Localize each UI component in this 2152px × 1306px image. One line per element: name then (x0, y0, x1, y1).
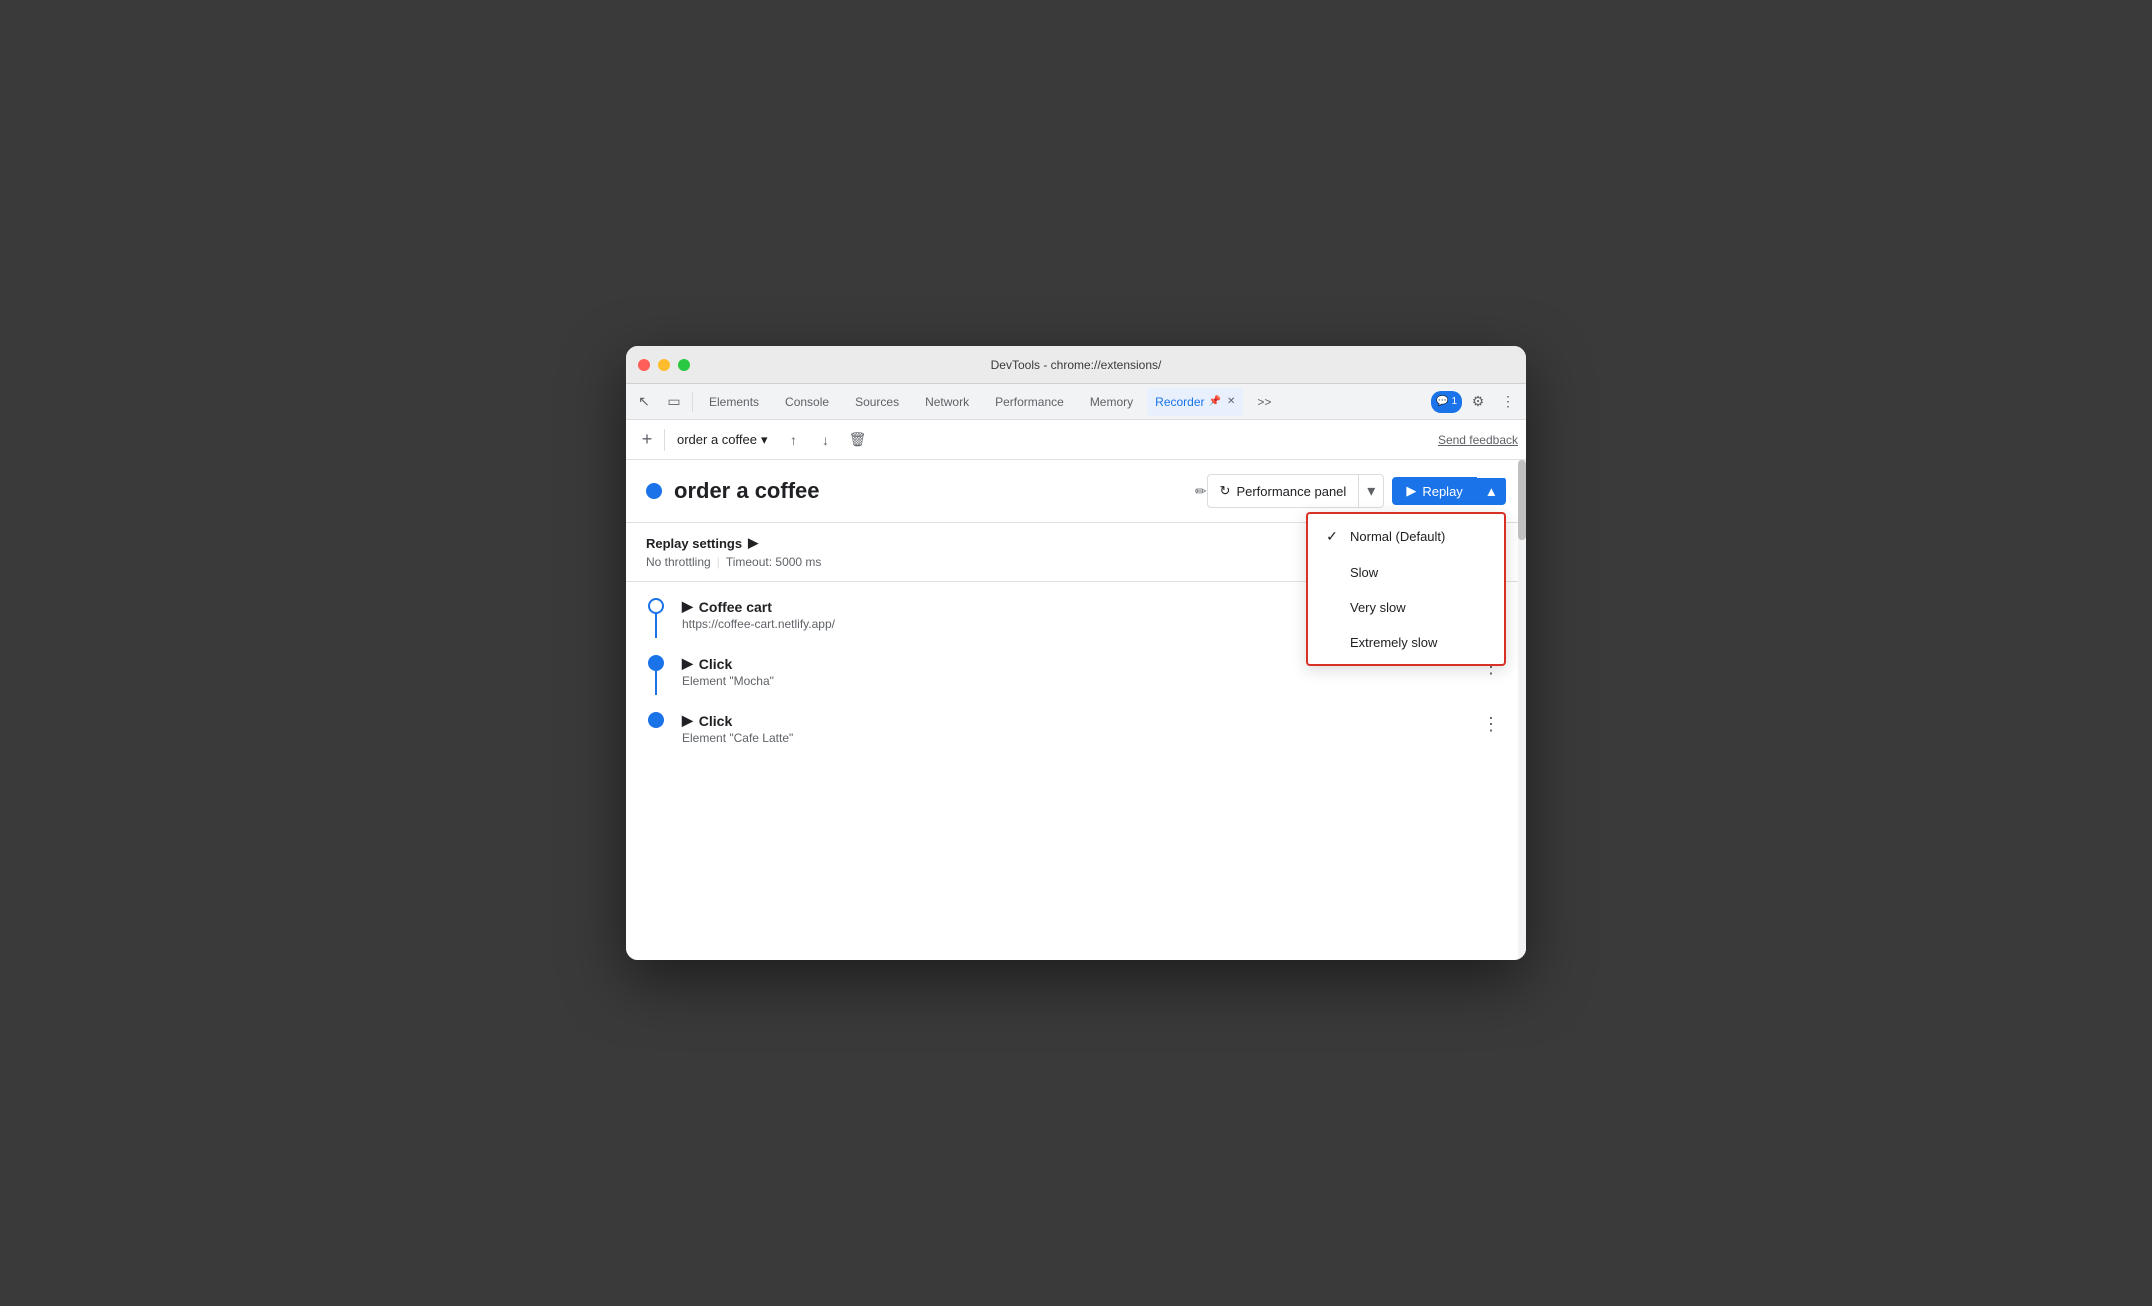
tab-sources[interactable]: Sources (843, 388, 911, 416)
speed-very-slow-option[interactable]: Very slow (1308, 590, 1504, 625)
selected-recording-name: order a coffee (677, 432, 757, 447)
tab-performance[interactable]: Performance (983, 388, 1076, 416)
speed-very-slow-label: Very slow (1350, 600, 1488, 615)
check-icon: ✓ (1324, 528, 1340, 545)
devtools-tabs-bar: ↖ ▭ Elements Console Sources Network Per… (626, 384, 1526, 420)
perf-panel-label: Performance panel (1236, 484, 1346, 499)
refresh-icon: ↻ (1220, 483, 1231, 499)
cursor-icon[interactable]: ↖ (630, 388, 658, 416)
scrollbar-track (1518, 460, 1526, 960)
maximize-button[interactable] (678, 359, 690, 371)
settings-expand-icon: ▶ (748, 535, 758, 551)
send-feedback-link[interactable]: Send feedback (1438, 433, 1518, 447)
step-url-1: https://coffee-cart.netlify.app/ (682, 617, 835, 631)
step-expand-icon-2: ▶ (682, 655, 693, 672)
recorder-label: Recorder (1155, 395, 1204, 409)
no-throttling-text: No throttling (646, 555, 711, 569)
step-content-3: ▶ Click Element "Cafe Latte" ⋮ (682, 712, 1506, 745)
replay-label: Replay (1422, 484, 1462, 499)
right-icons: 💬 1 ⚙ ⋮ (1431, 388, 1522, 416)
performance-panel-button[interactable]: ↻ Performance panel (1207, 474, 1360, 508)
title-bar: DevTools - chrome://extensions/ (626, 346, 1526, 384)
chevron-down-icon: ▾ (761, 432, 768, 448)
step-timeline-2 (646, 655, 666, 671)
speed-normal-option[interactable]: ✓ Normal (Default) (1308, 518, 1504, 555)
scrollbar-thumb[interactable] (1518, 460, 1526, 540)
recording-title: order a coffee (674, 478, 1187, 504)
perf-panel-dropdown[interactable]: ▾ (1359, 474, 1384, 508)
device-icon[interactable]: ▭ (660, 388, 688, 416)
step-name-3: Click (699, 713, 732, 729)
step-more-3[interactable]: ⋮ (1476, 712, 1506, 737)
replay-button-group: ▶ Replay ▲ (1392, 477, 1506, 505)
timeout-text: Timeout: 5000 ms (726, 555, 822, 569)
more-options-icon[interactable]: ⋮ (1494, 388, 1522, 416)
add-recording-button[interactable]: + (634, 427, 660, 453)
step-line-2 (655, 671, 657, 695)
step-expand-icon-1: ▶ (682, 598, 693, 615)
recorder-toolbar: + order a coffee ▾ ↑ ↓ 🗑 Send feedback (626, 420, 1526, 460)
devtools-window: DevTools - chrome://extensions/ ↖ ▭ Elem… (626, 346, 1526, 960)
step-timeline-1 (646, 598, 666, 614)
import-button[interactable]: ↓ (812, 426, 840, 454)
step-title-2: ▶ Click (682, 655, 774, 672)
speed-normal-label: Normal (Default) (1350, 529, 1488, 544)
traffic-lights (638, 359, 690, 371)
tab-network[interactable]: Network (913, 388, 981, 416)
chat-icon: 💬 (1436, 396, 1448, 407)
speed-slow-label: Slow (1350, 565, 1488, 580)
replay-options-button[interactable]: ▲ (1477, 478, 1506, 505)
main-content: order a coffee ✏ ↻ Performance panel ▾ ▶… (626, 460, 1526, 960)
tab-elements[interactable]: Elements (697, 388, 771, 416)
toolbar-divider (664, 429, 665, 451)
step-circle-1 (648, 598, 664, 614)
settings-title-text: Replay settings (646, 536, 742, 551)
recording-indicator (646, 483, 662, 499)
step-subtitle-2: Element "Mocha" (682, 674, 774, 688)
edit-title-icon[interactable]: ✏ (1195, 483, 1207, 500)
step-name-1: Coffee cart (699, 599, 772, 615)
pin-icon: 📌 (1209, 396, 1221, 407)
recording-actions: ↑ ↓ 🗑 (780, 426, 872, 454)
step-title-3: ▶ Click (682, 712, 793, 729)
tab-console[interactable]: Console (773, 388, 841, 416)
replay-speed-dropdown: ✓ Normal (Default) Slow Very slow Extrem… (1306, 512, 1506, 666)
step-expand-icon-3: ▶ (682, 712, 693, 729)
speed-extremely-slow-option[interactable]: Extremely slow (1308, 625, 1504, 660)
step-circle-2 (648, 655, 664, 671)
delete-button[interactable]: 🗑 (844, 426, 872, 454)
chat-count: 1 (1451, 396, 1457, 407)
settings-icon[interactable]: ⚙ (1464, 388, 1492, 416)
perf-panel-wrapper: ↻ Performance panel ▾ (1207, 474, 1385, 508)
speed-extremely-slow-label: Extremely slow (1350, 635, 1488, 650)
header-actions: ↻ Performance panel ▾ ▶ Replay ▲ ✓ (1207, 474, 1506, 508)
export-button[interactable]: ↑ (780, 426, 808, 454)
tab-more[interactable]: >> (1245, 388, 1283, 416)
tab-recorder[interactable]: Recorder 📌 ✕ (1147, 388, 1243, 416)
recording-selector[interactable]: order a coffee ▾ (669, 428, 776, 452)
close-tab-icon[interactable]: ✕ (1227, 396, 1235, 407)
step-circle-3 (648, 712, 664, 728)
step-click-latte: ▶ Click Element "Cafe Latte" ⋮ (646, 712, 1506, 745)
recording-header: order a coffee ✏ ↻ Performance panel ▾ ▶… (626, 460, 1526, 523)
step-subtitle-3: Element "Cafe Latte" (682, 731, 793, 745)
step-timeline-3 (646, 712, 666, 728)
window-title: DevTools - chrome://extensions/ (991, 358, 1162, 372)
minimize-button[interactable] (658, 359, 670, 371)
tab-divider (692, 392, 693, 412)
step-title-1: ▶ Coffee cart (682, 598, 835, 615)
step-line-1 (655, 614, 657, 638)
tab-memory[interactable]: Memory (1078, 388, 1145, 416)
close-button[interactable] (638, 359, 650, 371)
speed-slow-option[interactable]: Slow (1308, 555, 1504, 590)
replay-main-button[interactable]: ▶ Replay (1392, 477, 1476, 505)
play-icon: ▶ (1406, 483, 1416, 499)
step-name-2: Click (699, 656, 732, 672)
chat-badge[interactable]: 💬 1 (1431, 391, 1462, 413)
